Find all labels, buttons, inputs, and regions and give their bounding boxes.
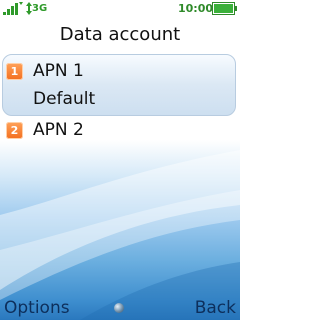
page-title: Data account: [59, 24, 181, 45]
list-item-apn-2[interactable]: 2 APN 2: [0, 116, 240, 144]
clock-time: 10:00: [178, 2, 214, 15]
list-item-sublabel: Default: [33, 89, 96, 109]
center-dot-icon[interactable]: [114, 303, 124, 313]
options-softkey[interactable]: Options: [4, 296, 70, 320]
item-number-badge: 2: [6, 122, 23, 139]
status-bar: 3G 10:00: [0, 0, 240, 18]
list-item-label: APN 1: [33, 61, 84, 81]
background-wave: [0, 150, 240, 320]
list-item-apn-1-detail: Default: [0, 85, 240, 113]
battery-icon: [212, 2, 237, 15]
phone-screen: 3G 10:00 Data account 1 APN 1 Default 2 …: [0, 0, 240, 320]
network-type-label: 3G: [32, 3, 48, 14]
item-number-badge: 1: [6, 63, 23, 80]
list-item-label: APN 2: [33, 120, 84, 140]
softkey-bar: Options Back: [0, 296, 240, 320]
signal-strength-icon: [3, 2, 23, 15]
list-item-apn-1[interactable]: 1 APN 1: [0, 57, 240, 85]
back-softkey[interactable]: Back: [195, 296, 236, 320]
